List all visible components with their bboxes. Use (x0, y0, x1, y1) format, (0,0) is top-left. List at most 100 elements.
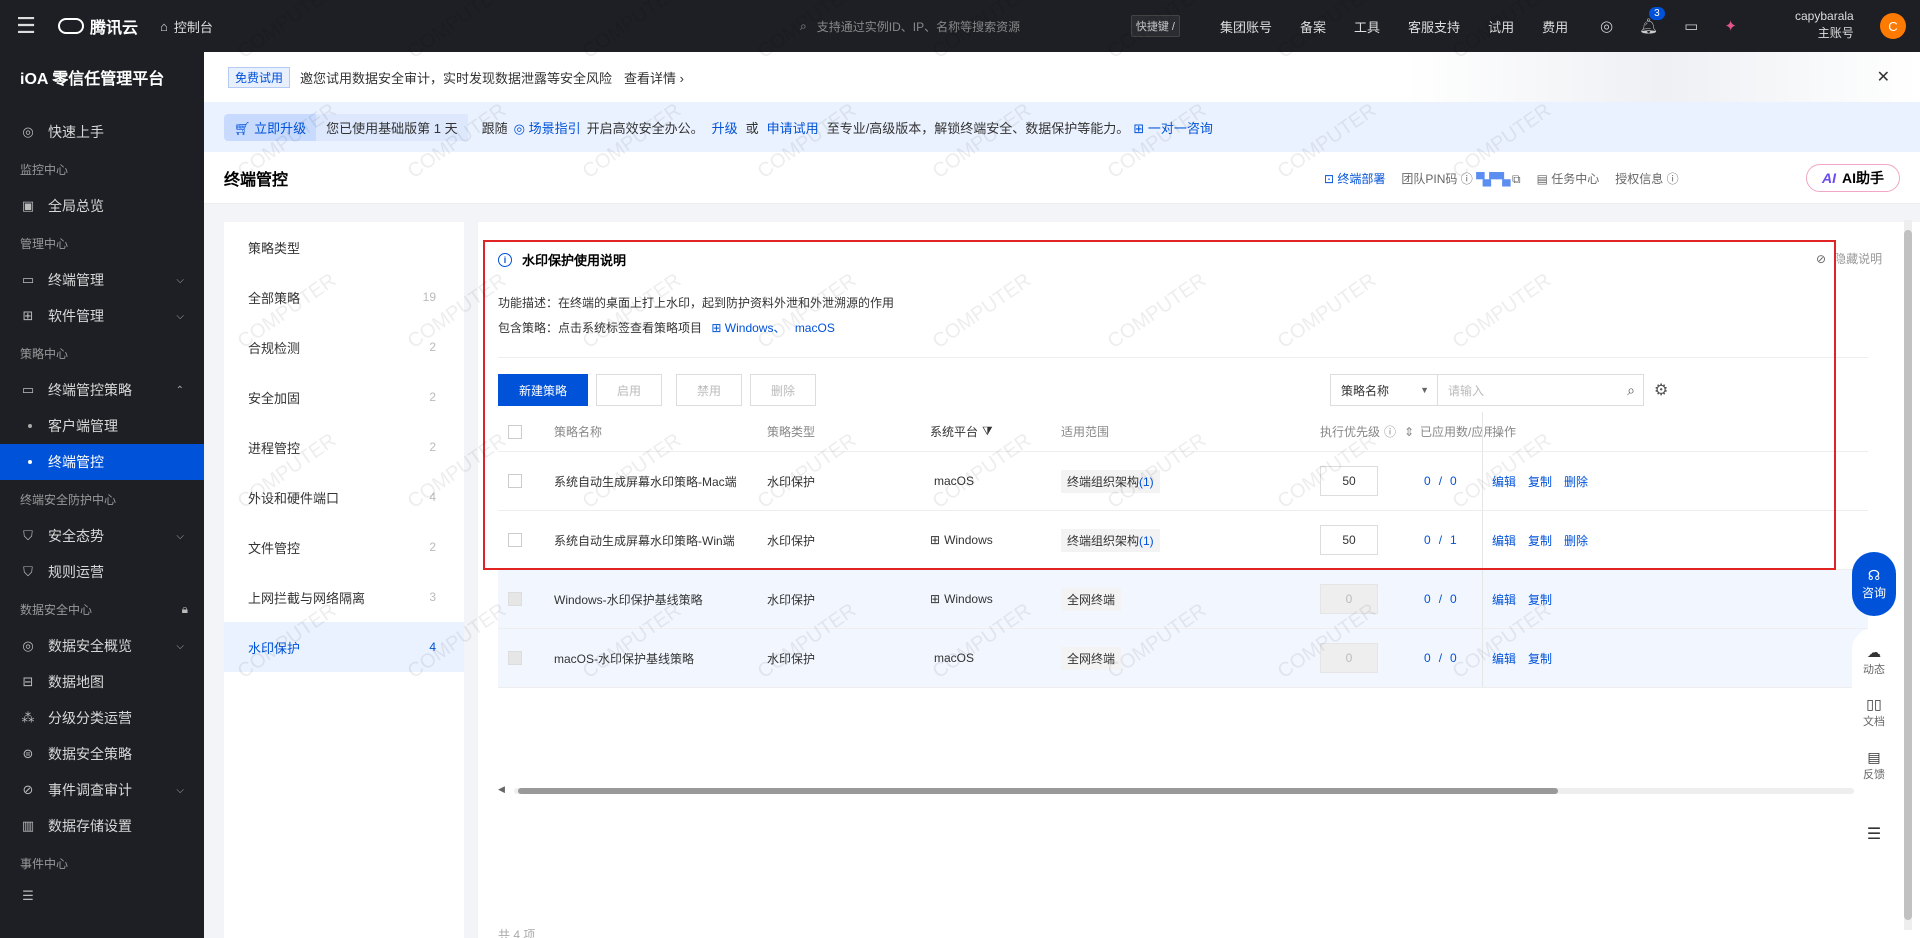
sort-icon[interactable]: ⇕ (1404, 425, 1414, 439)
applied-count[interactable]: 0 (1424, 651, 1431, 665)
close-icon[interactable]: ✕ (1877, 67, 1890, 87)
scope-tag[interactable]: 终端组织架构(1) (1061, 528, 1160, 552)
compass-icon[interactable]: ◎ (1600, 17, 1613, 35)
table-row[interactable]: macOS-水印保护基线策略 水印保护 macOS 全网终端 0 0 / 0 编辑复… (498, 629, 1868, 688)
edit-link[interactable]: 编辑 (1492, 532, 1516, 549)
upgrade-button[interactable]: 🛒︎ 立即升级 (224, 113, 317, 141)
select-all-checkbox[interactable] (508, 424, 522, 439)
consult-link[interactable]: ⊞ 一对一咨询 (1133, 118, 1213, 137)
category-peripheral[interactable]: 外设和硬件端口 4 (224, 472, 464, 522)
filter-field-select[interactable]: 策略名称 ▼ (1330, 374, 1438, 406)
applied-count[interactable]: 0 (1424, 533, 1431, 547)
row-checkbox[interactable] (508, 533, 522, 547)
priority-input[interactable]: 50 (1320, 466, 1378, 496)
delete-link[interactable]: 删除 (1564, 532, 1588, 549)
console-link[interactable]: ⌂ 控制台 (160, 17, 213, 36)
sidebar-item-data-policy[interactable]: ⊜ 数据安全策略 (0, 736, 204, 772)
apps-icon[interactable]: ✦ (1724, 17, 1737, 35)
avatar[interactable]: C (1880, 13, 1906, 39)
sidebar-item-rule-ops[interactable]: ⛉ 规则运营 (0, 554, 204, 590)
search-input[interactable]: 请输入 ⌕ (1438, 374, 1644, 406)
bell-icon[interactable]: 🔔︎ 3 (1639, 7, 1665, 35)
total-count[interactable]: 1 (1450, 533, 1457, 547)
nav-trial[interactable]: 试用 (1488, 17, 1514, 36)
activity-button[interactable]: ☁︎ 动态 (1863, 644, 1885, 677)
table-row[interactable]: 系统自动生成屏幕水印策略-Win端 水印保护 ⊞ Windows 终端组织架构(1… (498, 511, 1868, 570)
deploy-link[interactable]: ⊡ 终端部署 (1324, 170, 1385, 187)
sidebar-item-data-storage[interactable]: ▥ 数据存储设置 (0, 808, 204, 844)
tencent-cloud-logo[interactable]: 腾讯云 (58, 14, 138, 38)
total-count[interactable]: 0 (1450, 474, 1457, 488)
sidebar-item-data-overview[interactable]: ◎ 数据安全概览 ⌵ (0, 628, 204, 664)
sidebar-item-terminal-control[interactable]: 终端管控 (0, 444, 204, 480)
view-details-link[interactable]: 查看详情 › (624, 68, 684, 87)
license-info[interactable]: 授权信息 ⓘ (1615, 170, 1678, 187)
menu-icon[interactable]: ☰ (0, 0, 52, 52)
edit-link[interactable]: 编辑 (1492, 650, 1516, 667)
copy-icon[interactable]: ⧉ (1512, 172, 1521, 186)
nav-group-account[interactable]: 集团账号 (1220, 17, 1272, 36)
wallet-icon[interactable]: ▭ (1684, 17, 1698, 35)
copy-link[interactable]: 复制 (1528, 532, 1552, 549)
category-all[interactable]: 全部策略 19 (224, 272, 464, 322)
sidebar-item-security-posture[interactable]: ⛉ 安全态势 ⌵ (0, 518, 204, 554)
sidebar-item-terminal-policy[interactable]: ▭ 终端管控策略 ⌃ (0, 372, 204, 408)
macos-tag-link[interactable]: macOS (795, 321, 835, 335)
sidebar-item-client-mgmt[interactable]: 客户端管理 (0, 408, 204, 444)
applied-count[interactable]: 0 (1424, 592, 1431, 606)
sidebar-item-classify-ops[interactable]: ⁂ 分级分类运营 (0, 700, 204, 736)
hide-description-button[interactable]: ⊘ 隐藏说明 (1816, 250, 1882, 267)
category-process[interactable]: 进程管控 2 (224, 422, 464, 472)
horizontal-scrollbar[interactable]: ◀ ▶ (498, 784, 1868, 796)
total-count[interactable]: 0 (1450, 651, 1457, 665)
info-icon[interactable]: ⓘ (1461, 172, 1473, 186)
category-compliance[interactable]: 合规检测 2 (224, 322, 464, 372)
apply-trial-link[interactable]: 申请试用 (767, 118, 819, 137)
scroll-thumb[interactable] (1904, 230, 1912, 920)
table-row[interactable]: Windows-水印保护基线策略 水印保护 ⊞ Windows 全网终端 0 0 /… (498, 570, 1868, 629)
consult-float-button[interactable]: ☊ 咨询 (1852, 552, 1896, 616)
upgrade-link[interactable]: 升级 (712, 118, 738, 137)
table-row[interactable]: 系统自动生成屏幕水印策略-Mac端 水印保护 macOS 终端组织架构(1) 5… (498, 452, 1868, 511)
nav-filing[interactable]: 备案 (1300, 17, 1326, 36)
nav-support[interactable]: 客服支持 (1408, 17, 1460, 36)
delete-button[interactable]: 删除 (750, 374, 816, 406)
total-count[interactable]: 0 (1450, 592, 1457, 606)
disable-button[interactable]: 禁用 (676, 374, 742, 406)
sidebar-item-terminal-mgmt[interactable]: ▭ 终端管理 ⌵ (0, 262, 204, 298)
row-checkbox[interactable] (508, 474, 522, 488)
global-search[interactable]: ⌕ 支持通过实例ID、IP、名称等搜索资源 快捷键 / (800, 12, 1180, 40)
copy-link[interactable]: 复制 (1528, 591, 1552, 608)
enable-button[interactable]: 启用 (596, 374, 662, 406)
sidebar-item-software-mgmt[interactable]: ⊞ 软件管理 ⌵ (0, 298, 204, 334)
info-icon[interactable]: ⓘ (1384, 423, 1396, 440)
feedback-button[interactable]: ▤ 反馈 (1863, 749, 1885, 782)
category-network[interactable]: 上网拦截与网络隔离 3 (224, 572, 464, 622)
ai-assistant-button[interactable]: AI AI助手 (1806, 164, 1900, 192)
copy-link[interactable]: 复制 (1528, 473, 1552, 490)
windows-tag-link[interactable]: ⊞ Windows、 (711, 321, 785, 335)
edit-link[interactable]: 编辑 (1492, 591, 1516, 608)
edit-link[interactable]: 编辑 (1492, 473, 1516, 490)
applied-count[interactable]: 0 (1424, 474, 1431, 488)
sidebar-item-data-map[interactable]: ⊟ 数据地图 (0, 664, 204, 700)
scene-guide-link[interactable]: ◎ 场景指引 (514, 118, 581, 137)
search-icon[interactable]: ⌕ (1627, 382, 1635, 399)
task-center-link[interactable]: ▤ 任务中心 (1537, 170, 1600, 187)
vertical-scrollbar[interactable] (1904, 220, 1912, 930)
gear-icon[interactable]: ⚙︎ (1654, 380, 1668, 400)
float-menu-button[interactable]: ☰ (1852, 812, 1896, 856)
user-info[interactable]: capybarala 主账号 (1795, 8, 1854, 42)
priority-input[interactable]: 50 (1320, 525, 1378, 555)
scope-tag[interactable]: 终端组织架构(1) (1061, 469, 1160, 493)
filter-icon[interactable]: ⧩ (982, 424, 993, 439)
docs-button[interactable]: ▯▯ 文档 (1863, 696, 1885, 729)
category-file[interactable]: 文件管控 2 (224, 522, 464, 572)
nav-tools[interactable]: 工具 (1354, 17, 1380, 36)
sidebar-item-quick-start[interactable]: ◎ 快速上手 (0, 114, 204, 150)
delete-link[interactable]: 删除 (1564, 473, 1588, 490)
scroll-left-icon[interactable]: ◀ (498, 784, 505, 795)
category-watermark[interactable]: 水印保护 4 (224, 622, 464, 672)
scroll-thumb[interactable] (518, 788, 1558, 794)
sidebar-item-overview[interactable]: ▣ 全局总览 (0, 188, 204, 224)
